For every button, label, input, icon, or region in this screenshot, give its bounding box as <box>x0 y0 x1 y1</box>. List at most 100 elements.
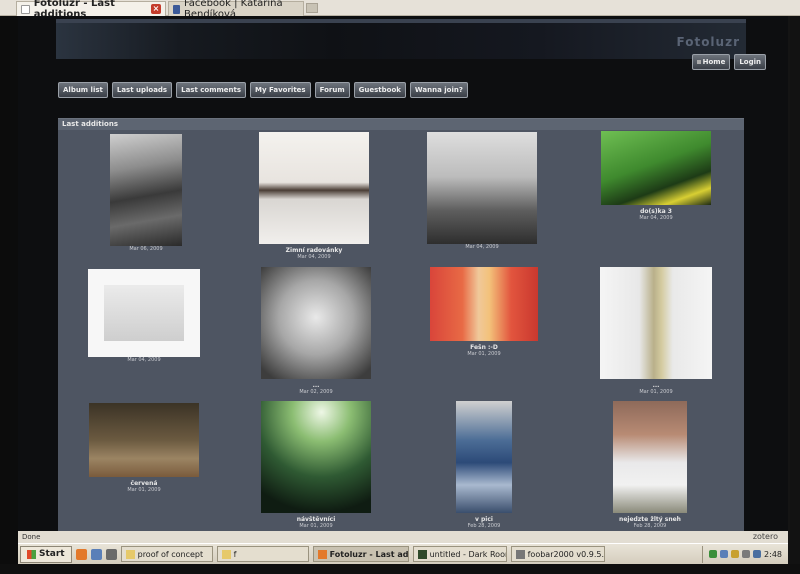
photo-thumbnail[interactable] <box>430 267 538 341</box>
nav-guestbook[interactable]: Guestbook <box>353 82 406 98</box>
firefox-icon <box>317 549 327 559</box>
date-label: Mar 01, 2009 <box>127 487 161 493</box>
thumbnail-item[interactable]: Mar 04, 2009 <box>424 132 540 251</box>
thumbnail-item[interactable]: ... Mar 02, 2009 <box>258 267 374 396</box>
site-title: Fotoluzr <box>676 35 740 49</box>
photo-caption[interactable]: návštěvníci <box>258 516 374 523</box>
tray-icon[interactable] <box>753 550 762 558</box>
start-label: Start <box>39 549 65 559</box>
thumbnail-item[interactable]: Mar 04, 2009 <box>86 269 202 364</box>
home-button[interactable]: Home <box>691 54 731 70</box>
login-label: Login <box>739 58 761 66</box>
tray-icon[interactable] <box>742 550 751 558</box>
thumbnail-item[interactable]: návštěvníci Mar 01, 2009 <box>258 401 374 530</box>
photo-thumbnail[interactable] <box>613 401 687 513</box>
date-label: Mar 04, 2009 <box>297 254 331 260</box>
photo-thumbnail[interactable] <box>259 132 369 244</box>
section-heading: Last additions <box>58 119 744 130</box>
photo-thumbnail[interactable] <box>261 401 371 513</box>
date-label: Mar 02, 2009 <box>299 389 333 395</box>
tab-fotoluzr[interactable]: Fotoluzr - Last additions × <box>16 0 166 20</box>
status-text: Done <box>22 533 41 541</box>
task-label: untitled - Dark Room <box>429 549 507 559</box>
web-page: Fotoluzr Home Login Album list Last uplo… <box>18 16 788 531</box>
date-label: Mar 06, 2009 <box>129 246 163 252</box>
photo-thumbnail[interactable] <box>110 134 182 246</box>
thumbnail-item[interactable]: Fešn :-D Mar 01, 2009 <box>428 267 540 358</box>
task-dark-room[interactable]: untitled - Dark Room <box>412 546 507 562</box>
folder-icon <box>125 549 135 559</box>
photo-thumbnail[interactable] <box>600 267 712 379</box>
monitor-bezel-right <box>790 0 800 574</box>
close-tab-icon[interactable]: × <box>151 4 161 14</box>
last-additions-panel: Last additions Mar 06, 2009 Zimní radová… <box>58 118 744 531</box>
page-icon <box>21 4 30 14</box>
nav-wanna-join[interactable]: Wanna join? <box>409 82 468 98</box>
thumbnail-item[interactable]: nejedzte žltý sneh Feb 28, 2009 <box>610 401 690 530</box>
nav-album-list[interactable]: Album list <box>58 82 108 98</box>
task-label: foobar2000 v0.9.5.6 <box>527 549 605 559</box>
home-label: Home <box>702 58 726 66</box>
browser-icon[interactable] <box>90 548 102 560</box>
photo-thumbnail[interactable] <box>88 269 200 357</box>
foobar-icon <box>515 549 525 559</box>
main-nav: Album list Last uploads Last comments My… <box>58 82 468 98</box>
folder-icon <box>221 549 231 559</box>
nav-forum[interactable]: Forum <box>314 82 350 98</box>
date-label: Mar 04, 2009 <box>639 215 673 221</box>
media-icon[interactable] <box>105 548 117 560</box>
photo-thumbnail[interactable] <box>456 401 512 513</box>
thumbnail-item[interactable]: Mar 06, 2009 <box>106 134 186 253</box>
photo-caption[interactable]: nejedzte žltý sneh <box>610 516 690 523</box>
date-label: Mar 04, 2009 <box>127 357 161 363</box>
task-fotoluzr[interactable]: Fotoluzr - Last addi... <box>312 546 409 562</box>
home-icon <box>696 60 701 64</box>
photo-thumbnail[interactable] <box>427 132 537 244</box>
nav-last-uploads[interactable]: Last uploads <box>111 82 173 98</box>
firefox-icon[interactable] <box>75 548 87 560</box>
photo-thumbnail[interactable] <box>601 131 711 205</box>
date-label: Mar 01, 2009 <box>299 523 333 529</box>
photo-caption[interactable]: ... <box>598 382 714 389</box>
photo-caption[interactable]: ... <box>258 382 374 389</box>
login-button[interactable]: Login <box>734 54 766 70</box>
task-label: proof of concept <box>137 549 204 559</box>
new-tab-button[interactable] <box>306 3 318 13</box>
task-proof-of-concept[interactable]: proof of concept <box>120 546 213 562</box>
status-bar: Done zotero <box>18 531 788 543</box>
photo-caption[interactable]: do(s)ka 3 <box>598 208 714 215</box>
tab-facebook[interactable]: Facebook | Katarina Bendíková <box>168 0 304 20</box>
thumbnail-item[interactable]: červená Mar 01, 2009 <box>86 403 202 494</box>
photo-thumbnail[interactable] <box>261 267 371 379</box>
photo-thumbnail[interactable] <box>89 403 199 477</box>
monitor-bezel-bottom <box>0 564 800 574</box>
windows-logo-icon <box>27 549 36 559</box>
thumbnail-item[interactable]: do(s)ka 3 Mar 04, 2009 <box>598 131 714 222</box>
thumbnail-item[interactable]: ... Mar 01, 2009 <box>598 267 714 396</box>
task-label: Fotoluzr - Last addi... <box>329 549 409 559</box>
date-label: Mar 04, 2009 <box>465 244 499 250</box>
zotero-addon[interactable]: zotero <box>753 531 778 543</box>
photo-caption[interactable]: Fešn :-D <box>428 344 540 351</box>
nav-last-comments[interactable]: Last comments <box>176 82 247 98</box>
photo-caption[interactable]: Zimní radovánky <box>254 247 374 254</box>
date-label: Feb 28, 2009 <box>633 523 667 529</box>
system-tray: 2:48 <box>702 545 788 563</box>
browser-tab-bar: Fotoluzr - Last additions × Facebook | K… <box>0 0 800 20</box>
thumbnail-item[interactable]: v pici Feb 28, 2009 <box>452 401 516 530</box>
task-label: f <box>233 549 237 559</box>
start-button[interactable]: Start <box>20 545 72 563</box>
date-label: Feb 28, 2009 <box>467 523 501 529</box>
tray-icon[interactable] <box>720 550 729 558</box>
photo-caption[interactable]: v pici <box>452 516 516 523</box>
thumbnail-item[interactable]: Zimní radovánky Mar 04, 2009 <box>254 132 374 261</box>
clock[interactable]: 2:48 <box>764 550 782 559</box>
tray-icon[interactable] <box>731 550 740 558</box>
dark-room-icon <box>417 549 427 559</box>
photo-caption[interactable]: červená <box>86 480 202 487</box>
task-foobar2000[interactable]: foobar2000 v0.9.5.6 <box>510 546 605 562</box>
tray-icon[interactable] <box>709 550 718 558</box>
task-folder-f[interactable]: f <box>216 546 309 562</box>
top-links: Home Login <box>691 54 766 70</box>
nav-my-favorites[interactable]: My Favorites <box>250 82 311 98</box>
